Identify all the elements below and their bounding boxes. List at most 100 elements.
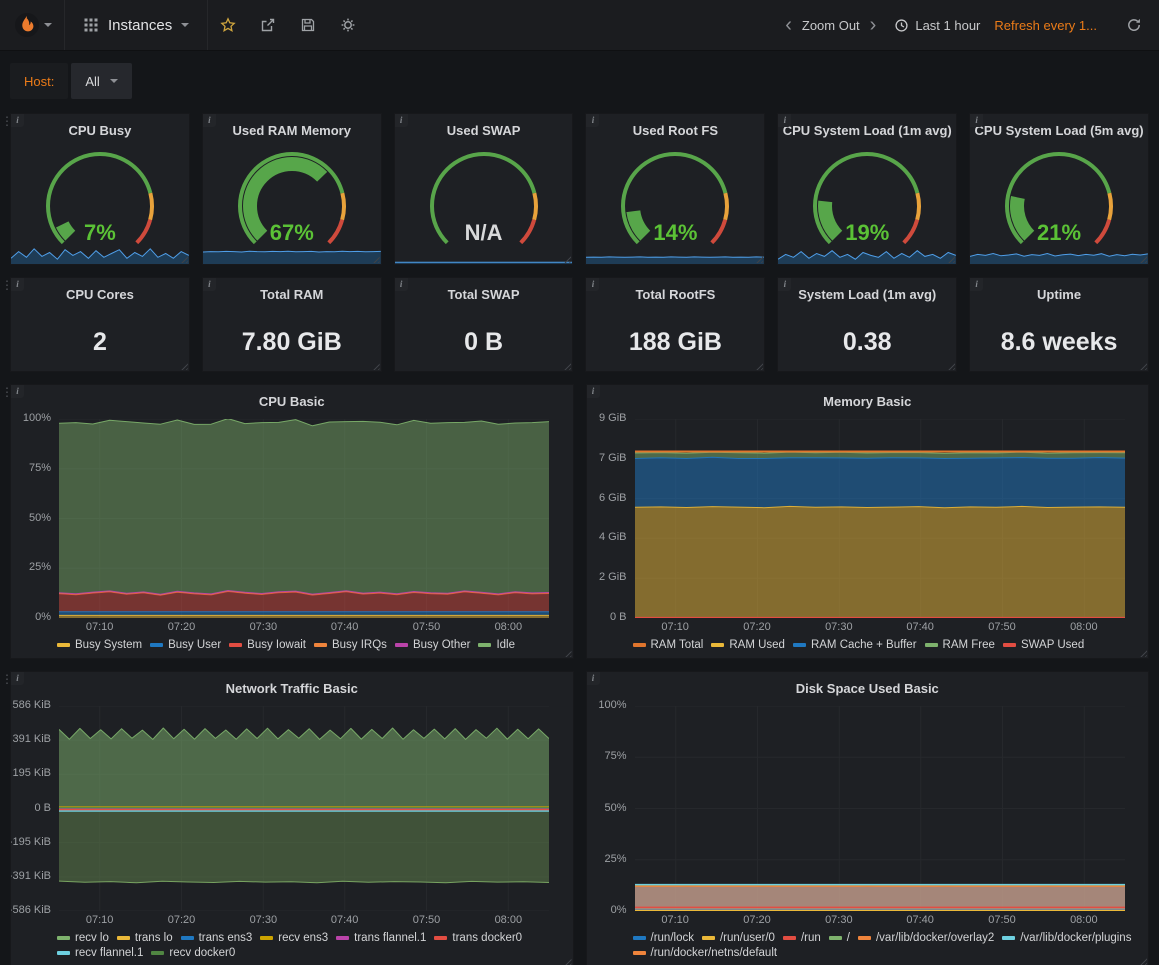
legend-label: Busy User [168, 639, 221, 651]
time-range-picker[interactable]: Last 1 hour [894, 18, 980, 33]
panel-info-icon[interactable]: i [395, 278, 408, 291]
legend-item-[interactable]: / [829, 932, 850, 944]
refresh-button[interactable] [1119, 0, 1149, 50]
panel-info-icon[interactable]: i [587, 672, 600, 685]
panel-info-icon[interactable]: i [203, 278, 216, 291]
panel-title[interactable]: Memory Basic [587, 389, 1149, 415]
legend-label: /var/lib/docker/plugins [1020, 932, 1131, 944]
panel-title[interactable]: Total SWAP [395, 282, 573, 308]
panel-info-icon[interactable]: i [11, 114, 24, 127]
panel-info-icon[interactable]: i [11, 672, 24, 685]
dashboard-picker[interactable]: Instances [65, 0, 208, 50]
panel-title[interactable]: CPU Cores [11, 282, 189, 308]
legend-item-swap-used[interactable]: SWAP Used [1003, 639, 1084, 651]
chart-body: 586 KiB391 KiB195 KiB0 B-195 KiB-391 KiB… [11, 702, 573, 929]
grafana-logo-button[interactable] [0, 0, 65, 50]
legend-item-run-lock[interactable]: /run/lock [633, 932, 694, 944]
legend-item-trans-lo[interactable]: trans lo [117, 932, 173, 944]
legend-item-busy-system[interactable]: Busy System [57, 639, 142, 651]
x-tick-label: 07:50 [988, 914, 1016, 926]
panel-title[interactable]: Uptime [970, 282, 1148, 308]
panel-info-icon[interactable]: i [586, 278, 599, 291]
legend-item-ram-free[interactable]: RAM Free [925, 639, 995, 651]
legend-item-run-docker-netns-default[interactable]: /run/docker/netns/default [633, 947, 778, 959]
host-variable-dropdown[interactable]: All [71, 63, 131, 99]
panel-title[interactable]: Used SWAP [395, 118, 573, 144]
panel-info-icon[interactable]: i [11, 278, 24, 291]
legend-item-busy-iowait[interactable]: Busy Iowait [229, 639, 306, 651]
panel-title[interactable]: CPU Busy [11, 118, 189, 144]
legend-item-trans-docker0[interactable]: trans docker0 [434, 932, 522, 944]
legend-item-ram-cache-buffer[interactable]: RAM Cache + Buffer [793, 639, 917, 651]
panel-title[interactable]: Used Root FS [586, 118, 764, 144]
panel-info-icon[interactable]: i [11, 385, 24, 398]
chart-plot-area[interactable] [635, 706, 1125, 911]
panel-resize-handle[interactable] [371, 361, 380, 370]
legend-swatch [633, 936, 646, 940]
legend-item-recv-docker0[interactable]: recv docker0 [151, 947, 235, 959]
legend-item-var-lib-docker-overlay2[interactable]: /var/lib/docker/overlay2 [858, 932, 994, 944]
panel-title[interactable]: Disk Space Used Basic [587, 676, 1149, 702]
panel-title[interactable]: Network Traffic Basic [11, 676, 573, 702]
chart-plot-area[interactable] [59, 419, 549, 618]
panel-info-icon[interactable]: i [778, 114, 791, 127]
chart-plot-area[interactable] [59, 706, 549, 911]
y-tick-label: 6 GiB [599, 492, 627, 504]
save-button[interactable] [288, 0, 328, 50]
panel-title[interactable]: Total RAM [203, 282, 381, 308]
chart-panel-memory-basic: iMemory Basic9 GiB7 GiB6 GiB4 GiB2 GiB0 … [586, 384, 1150, 659]
panel-info-icon[interactable]: i [778, 278, 791, 291]
legend-item-recv-flannel-1[interactable]: recv flannel.1 [57, 947, 143, 959]
settings-button[interactable] [328, 0, 368, 50]
legend-item-trans-ens3[interactable]: trans ens3 [181, 932, 253, 944]
panel-title[interactable]: Used RAM Memory [203, 118, 381, 144]
legend-item-var-lib-docker-plugins[interactable]: /var/lib/docker/plugins [1002, 932, 1131, 944]
legend-swatch [1002, 936, 1015, 940]
gauge-value: N/A [395, 220, 573, 246]
time-back-button[interactable]: ‹ [777, 16, 800, 34]
panel-resize-handle[interactable] [1138, 361, 1147, 370]
star-button[interactable] [208, 0, 248, 50]
chart-body: 9 GiB7 GiB6 GiB4 GiB2 GiB0 B07:1007:2007… [587, 415, 1149, 636]
legend-label: Busy Other [413, 639, 471, 651]
legend-item-busy-irqs[interactable]: Busy IRQs [314, 639, 387, 651]
chart-panels-row-2: ⋮ iNetwork Traffic Basic586 KiB391 KiB19… [10, 671, 1149, 965]
legend-swatch [336, 936, 349, 940]
panel-resize-handle[interactable] [754, 361, 763, 370]
legend-item-run[interactable]: /run [783, 932, 821, 944]
legend-item-ram-total[interactable]: RAM Total [633, 639, 704, 651]
legend-item-recv-ens3[interactable]: recv ens3 [260, 932, 328, 944]
gauge-value: 19% [778, 220, 956, 246]
panel-resize-handle[interactable] [946, 361, 955, 370]
legend-item-busy-user[interactable]: Busy User [150, 639, 221, 651]
y-tick-label: 7 GiB [599, 452, 627, 464]
panel-info-icon[interactable]: i [203, 114, 216, 127]
legend-item-recv-lo[interactable]: recv lo [57, 932, 109, 944]
panel-info-icon[interactable]: i [970, 278, 983, 291]
gauge-value: 21% [970, 220, 1148, 246]
panel-info-icon[interactable]: i [587, 385, 600, 398]
panel-info-icon[interactable]: i [395, 114, 408, 127]
legend-item-trans-flannel-1[interactable]: trans flannel.1 [336, 932, 426, 944]
legend-item-idle[interactable]: Idle [478, 639, 515, 651]
time-forward-button[interactable]: › [862, 16, 885, 34]
legend-item-run-user-0[interactable]: /run/user/0 [702, 932, 775, 944]
panel-resize-handle[interactable] [562, 361, 571, 370]
panel-title[interactable]: Total RootFS [586, 282, 764, 308]
refresh-interval-label[interactable]: Refresh every 1... [994, 18, 1097, 33]
panel-resize-handle[interactable] [179, 361, 188, 370]
panel-info-icon[interactable]: i [586, 114, 599, 127]
legend-item-ram-used[interactable]: RAM Used [711, 639, 785, 651]
panel-title[interactable]: CPU System Load (5m avg) [970, 118, 1148, 144]
panel-info-icon[interactable]: i [970, 114, 983, 127]
zoom-out-button[interactable]: Zoom Out [800, 18, 862, 33]
stat-value: 0 B [395, 328, 573, 357]
chart-plot-area[interactable] [635, 419, 1125, 618]
share-button[interactable] [248, 0, 288, 50]
legend-label: RAM Cache + Buffer [811, 639, 917, 651]
panel-title[interactable]: System Load (1m avg) [778, 282, 956, 308]
panel-title[interactable]: CPU System Load (1m avg) [778, 118, 956, 144]
panel-title[interactable]: CPU Basic [11, 389, 573, 415]
legend-item-busy-other[interactable]: Busy Other [395, 639, 471, 651]
dashboard-title: Instances [108, 17, 172, 34]
